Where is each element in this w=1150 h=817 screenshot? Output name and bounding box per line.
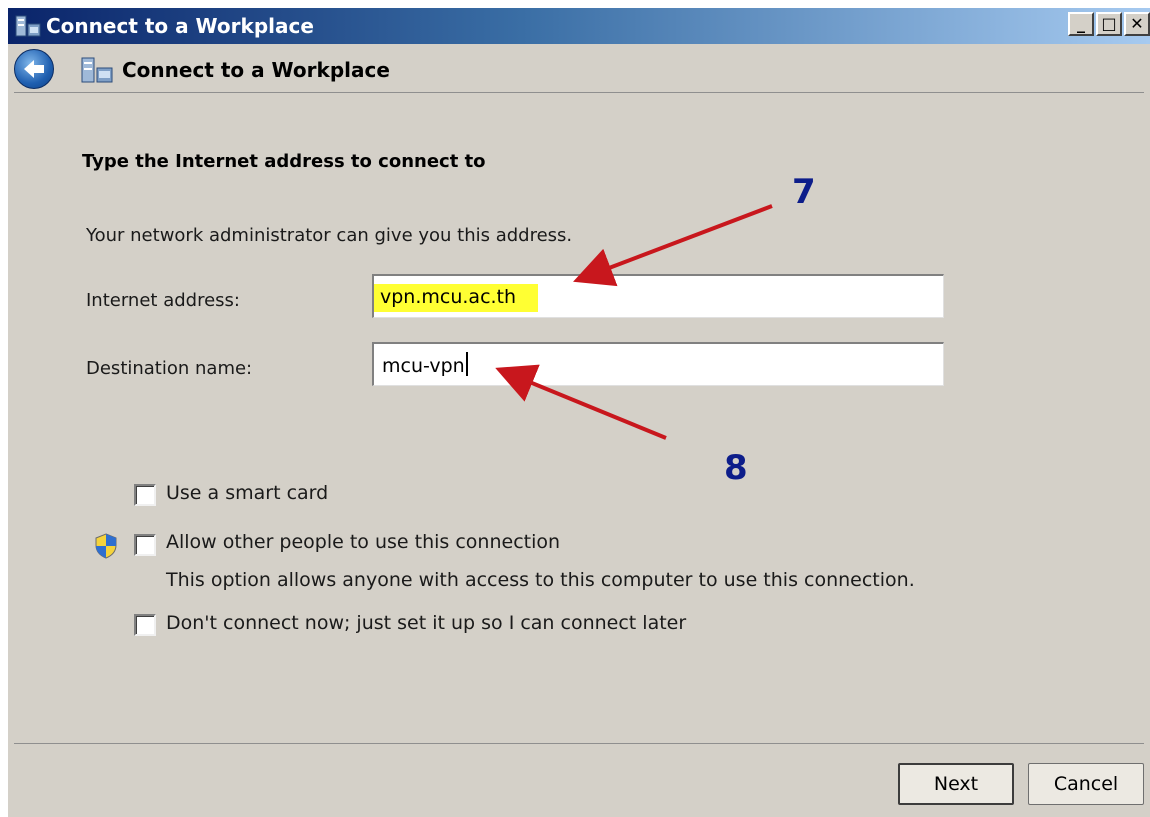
arrow-to-destination-name [495, 364, 667, 440]
arrow-to-internet-address [573, 204, 773, 287]
annotation-arrows [495, 204, 773, 440]
